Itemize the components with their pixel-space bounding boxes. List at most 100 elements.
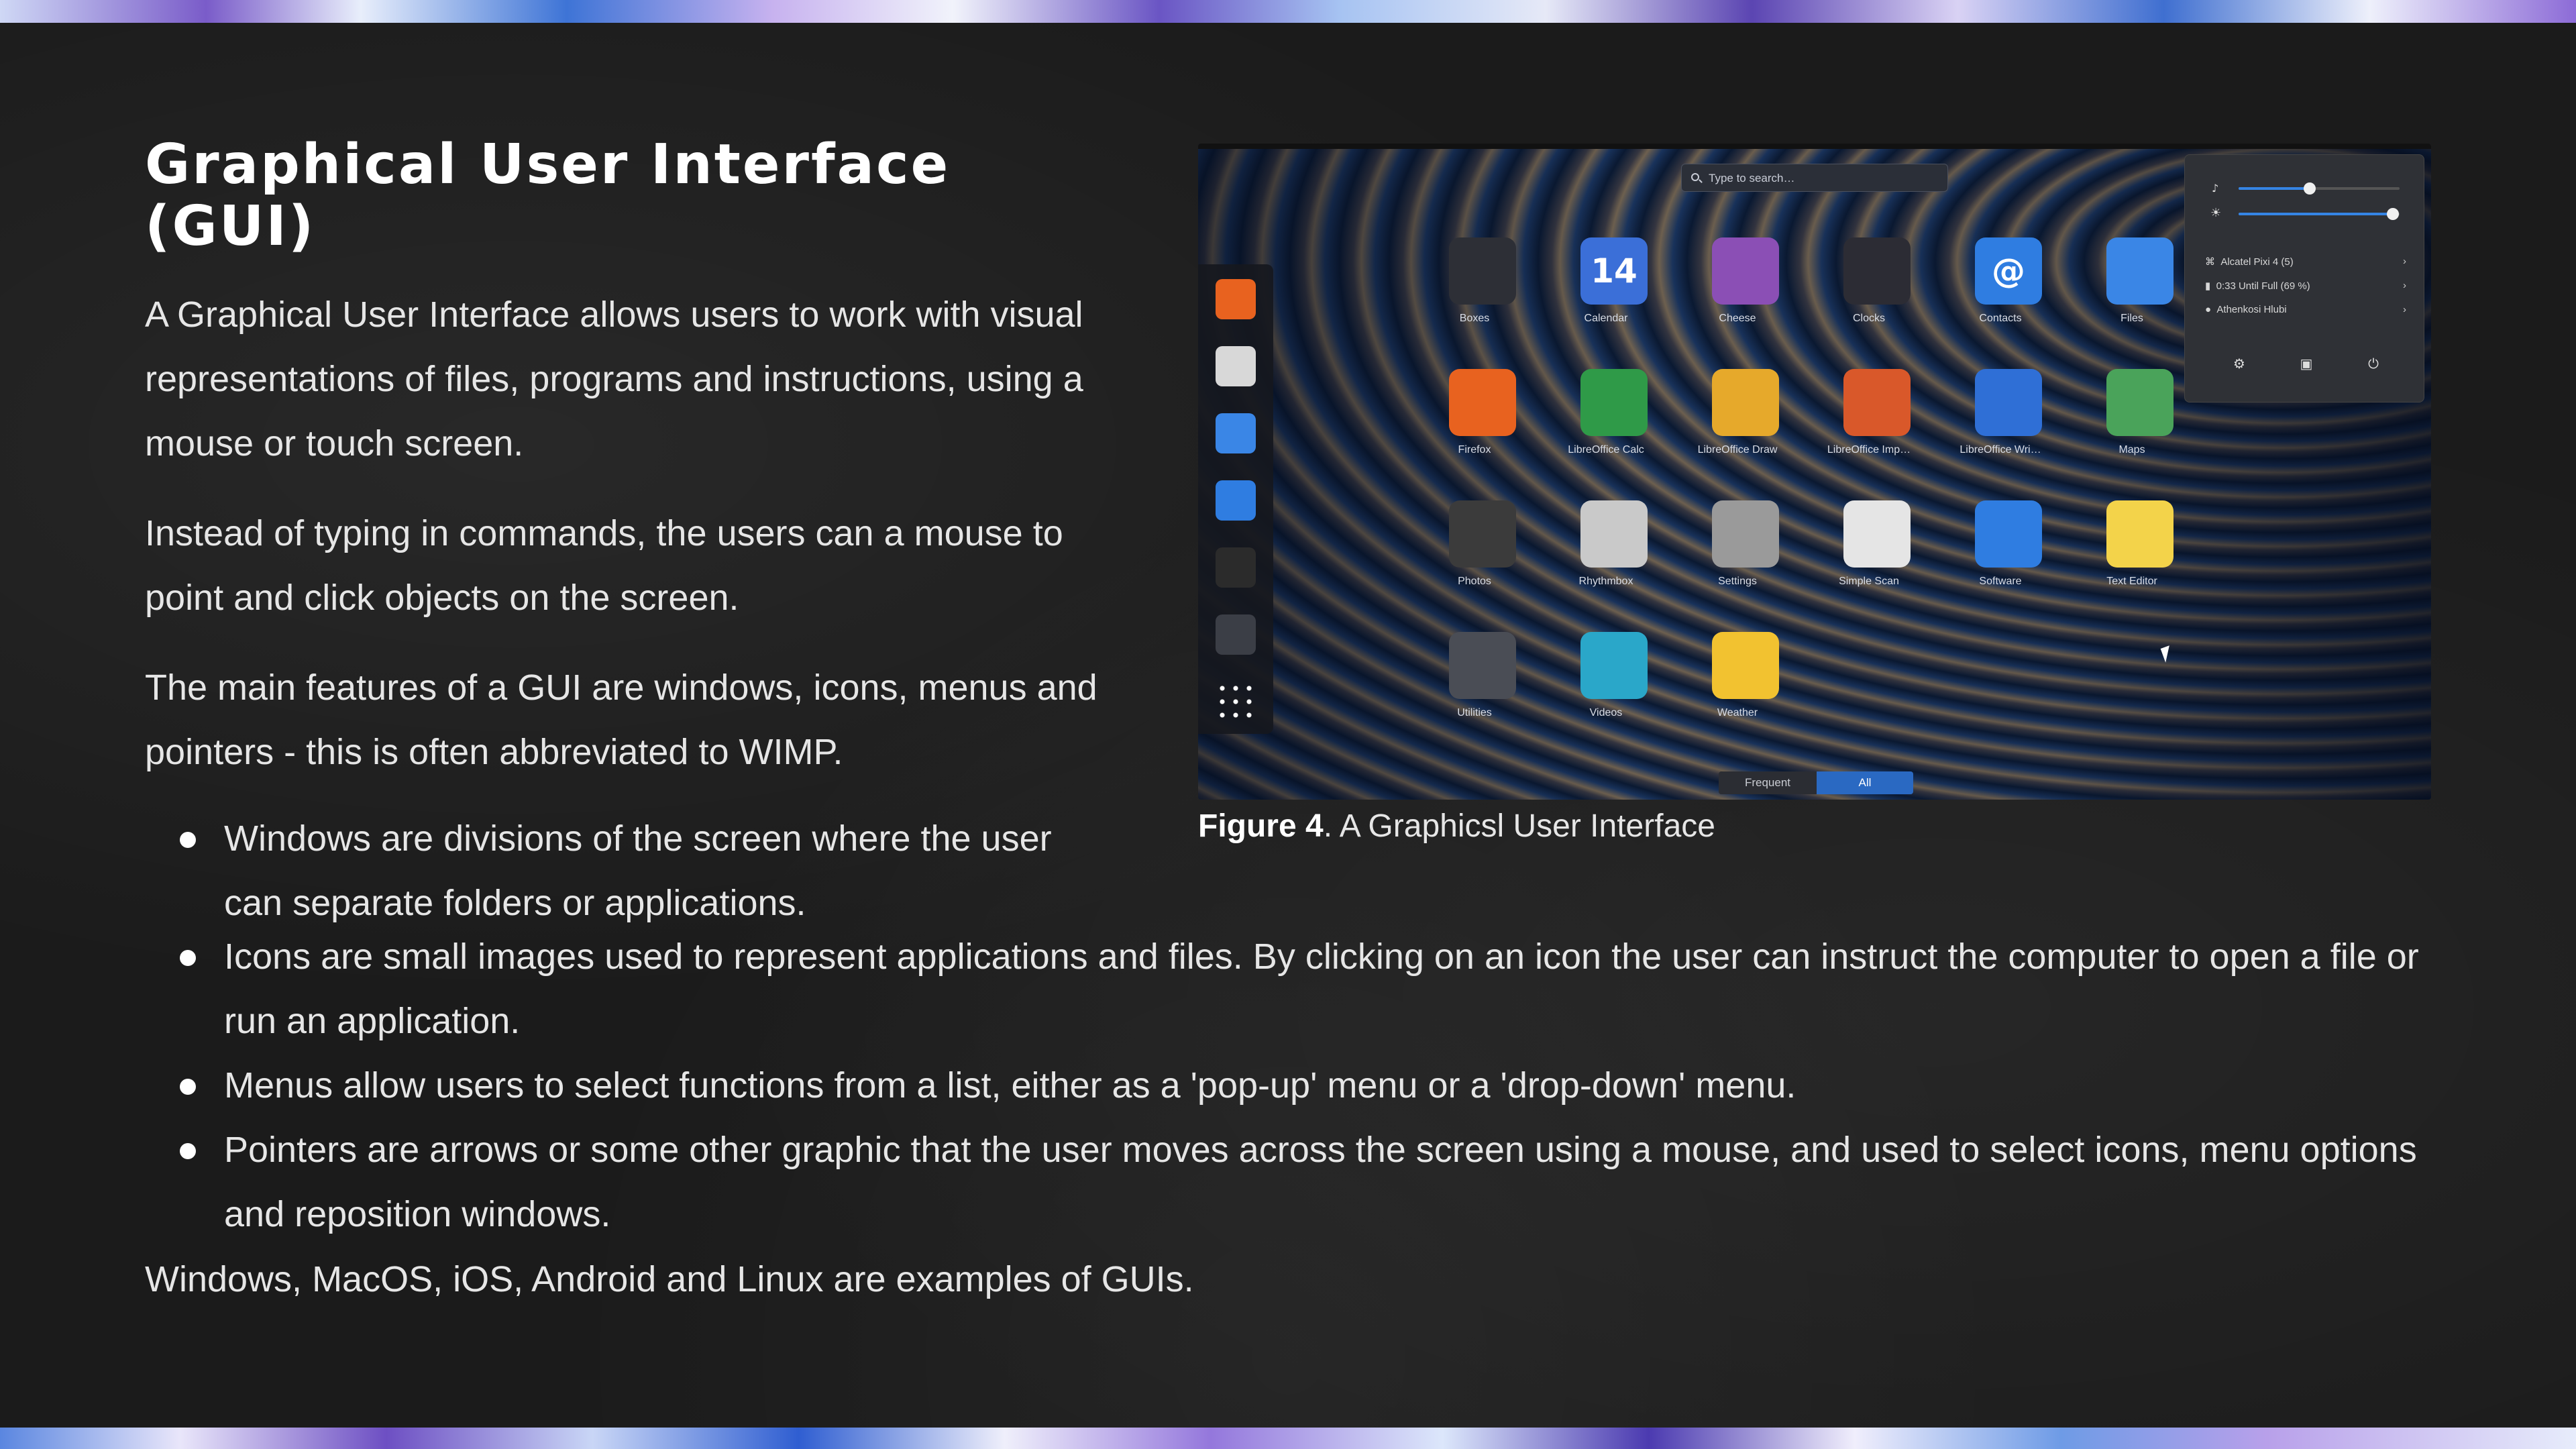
videos-icon xyxy=(1580,632,1648,699)
examples-paragraph: Windows, MacOS, iOS, Android and Linux a… xyxy=(145,1259,1194,1299)
rhythmbox-icon xyxy=(1580,500,1648,568)
app-libreoffice-calc[interactable]: LibreOffice Calc xyxy=(1552,369,1660,476)
files-icon[interactable] xyxy=(1216,413,1256,453)
app-libreoffice-draw[interactable]: LibreOffice Draw xyxy=(1684,369,1791,476)
lock-icon[interactable]: ▣ xyxy=(2296,354,2316,374)
contacts-icon: @ xyxy=(1975,237,2042,305)
app-label: Files xyxy=(2121,313,2143,324)
power-icon[interactable]: ⏻ xyxy=(2363,354,2383,374)
app-cheese[interactable]: Cheese xyxy=(1684,237,1791,345)
app-simple-scan[interactable]: Simple Scan xyxy=(1815,500,1923,608)
text-editor-icon xyxy=(2106,500,2174,568)
wimp-paragraph: The main features of a GUI are windows, … xyxy=(145,667,1097,772)
libreoffice-writer-icon xyxy=(1975,369,2042,436)
user-label: Athenkosi Hlubi xyxy=(2216,304,2287,315)
settings-icon xyxy=(1712,500,1779,568)
wifi-icon: ⌘ xyxy=(2205,256,2215,268)
app-label: Settings xyxy=(1718,576,1757,587)
chevron-right-icon: › xyxy=(2403,256,2406,267)
app-calendar[interactable]: 14 Calendar xyxy=(1552,237,1660,345)
slide-title: Graphical User Interface (GUI) xyxy=(145,133,951,258)
bullet-icon xyxy=(180,950,196,966)
list-item-menus: Menus allow users to select functions fr… xyxy=(145,1053,2453,1118)
app-utilities[interactable]: Utilities xyxy=(1421,632,1528,739)
system-menu-panel: ♪ ☀ ⌘ Alcatel Pixi 4 (5) › ▮ 0:33 Until … xyxy=(2184,154,2424,402)
firefox-icon[interactable] xyxy=(1216,279,1256,319)
libreoffice-impress-icon xyxy=(1843,369,1911,436)
app-files[interactable]: Files xyxy=(2078,237,2186,345)
feature-list: Windows are divisions of the screen wher… xyxy=(145,806,2453,1246)
search-icon xyxy=(1691,173,1699,181)
simple-scan-icon xyxy=(1843,500,1911,568)
gui-screenshot: Type to search… Boxes 14 Calendar Cheese Clo… xyxy=(1198,144,2431,800)
app-grid-icon[interactable] xyxy=(1216,682,1256,722)
search-placeholder: Type to search… xyxy=(1709,172,1795,184)
brightness-slider-knob[interactable] xyxy=(2387,208,2400,220)
list-item-icons: Icons are small images used to represent… xyxy=(145,924,2453,1053)
volume-slider-knob[interactable] xyxy=(2303,182,2316,195)
app-label: Cheese xyxy=(1719,313,1756,324)
rhythmbox-icon[interactable] xyxy=(1216,346,1256,386)
app-libreoffice-impress[interactable]: LibreOffice Imp… xyxy=(1815,369,1923,476)
app-label: Clocks xyxy=(1852,313,1885,324)
settings-icon[interactable]: ⚙ xyxy=(2229,354,2249,374)
app-weather[interactable]: Weather xyxy=(1684,632,1791,739)
app-label: LibreOffice Imp… xyxy=(1827,444,1911,455)
decorative-top-band xyxy=(0,0,2576,23)
list-item-text: Windows are divisions of the screen wher… xyxy=(224,818,1052,923)
app-label: Rhythmbox xyxy=(1578,576,1633,587)
calendar-icon: 14 xyxy=(1580,237,1648,305)
bullet-icon xyxy=(180,1079,196,1095)
list-item-text: Icons are small images used to represent… xyxy=(224,936,2419,1041)
app-boxes[interactable]: Boxes xyxy=(1421,237,1528,345)
wifi-label: Alcatel Pixi 4 (5) xyxy=(2220,256,2294,268)
app-videos[interactable]: Videos xyxy=(1552,632,1660,739)
app-label: LibreOffice Calc xyxy=(1568,444,1644,455)
brightness-slider-fill xyxy=(2239,213,2394,215)
tab-all[interactable]: All xyxy=(1817,771,1913,794)
software-icon xyxy=(1975,500,2042,568)
app-label: Firefox xyxy=(1458,444,1491,455)
battery-label: 0:33 Until Full (69 %) xyxy=(2216,280,2310,292)
app-photos[interactable]: Photos xyxy=(1421,500,1528,608)
decorative-bottom-band xyxy=(0,1428,2576,1449)
figure-caption-label: Figure 4 xyxy=(1198,808,1324,844)
app-libreoffice-writer[interactable]: LibreOffice Wri… xyxy=(1947,369,2054,476)
wifi-row[interactable]: ⌘ Alcatel Pixi 4 (5) › xyxy=(2205,256,2406,268)
firefox-icon xyxy=(1449,369,1516,436)
weather-icon xyxy=(1712,632,1779,699)
app-firefox[interactable]: Firefox xyxy=(1421,369,1528,476)
utilities-icon xyxy=(1449,632,1516,699)
software-icon[interactable] xyxy=(1216,480,1256,521)
app-label: Text Editor xyxy=(2106,576,2157,587)
user-row[interactable]: ● Athenkosi Hlubi › xyxy=(2205,304,2406,315)
photos-icon xyxy=(1449,500,1516,568)
libreoffice-calc-icon xyxy=(1580,369,1648,436)
chevron-right-icon: › xyxy=(2403,280,2406,291)
brightness-slider[interactable] xyxy=(2239,208,2400,220)
tab-frequent[interactable]: Frequent xyxy=(1719,771,1817,794)
list-item-windows: Windows are divisions of the screen wher… xyxy=(145,806,1116,935)
app-label: LibreOffice Wri… xyxy=(1960,444,2041,455)
cheese-icon xyxy=(1712,237,1779,305)
app-label: Simple Scan xyxy=(1839,576,1899,587)
app-clocks[interactable]: Clocks xyxy=(1815,237,1923,345)
app-label: Utilities xyxy=(1457,707,1492,718)
search-input[interactable]: Type to search… xyxy=(1681,164,1948,192)
terminal-icon[interactable] xyxy=(1216,547,1256,588)
clocks-icon xyxy=(1843,237,1911,305)
maps-icon xyxy=(2106,369,2174,436)
app-software[interactable]: Software xyxy=(1947,500,2054,608)
battery-row[interactable]: ▮ 0:33 Until Full (69 %) › xyxy=(2205,280,2406,292)
app-text-editor[interactable]: Text Editor xyxy=(2078,500,2186,608)
dock xyxy=(1198,264,1273,734)
app-label: Photos xyxy=(1458,576,1491,587)
app-rhythmbox[interactable]: Rhythmbox xyxy=(1552,500,1660,608)
files-icon xyxy=(2106,237,2174,305)
app-maps[interactable]: Maps xyxy=(2078,369,2186,476)
system-monitor-icon[interactable] xyxy=(1216,614,1256,655)
app-settings[interactable]: Settings xyxy=(1684,500,1791,608)
volume-slider[interactable] xyxy=(2239,182,2400,195)
top-bar xyxy=(1198,144,2431,149)
app-contacts[interactable]: @ Contacts xyxy=(1947,237,2054,345)
